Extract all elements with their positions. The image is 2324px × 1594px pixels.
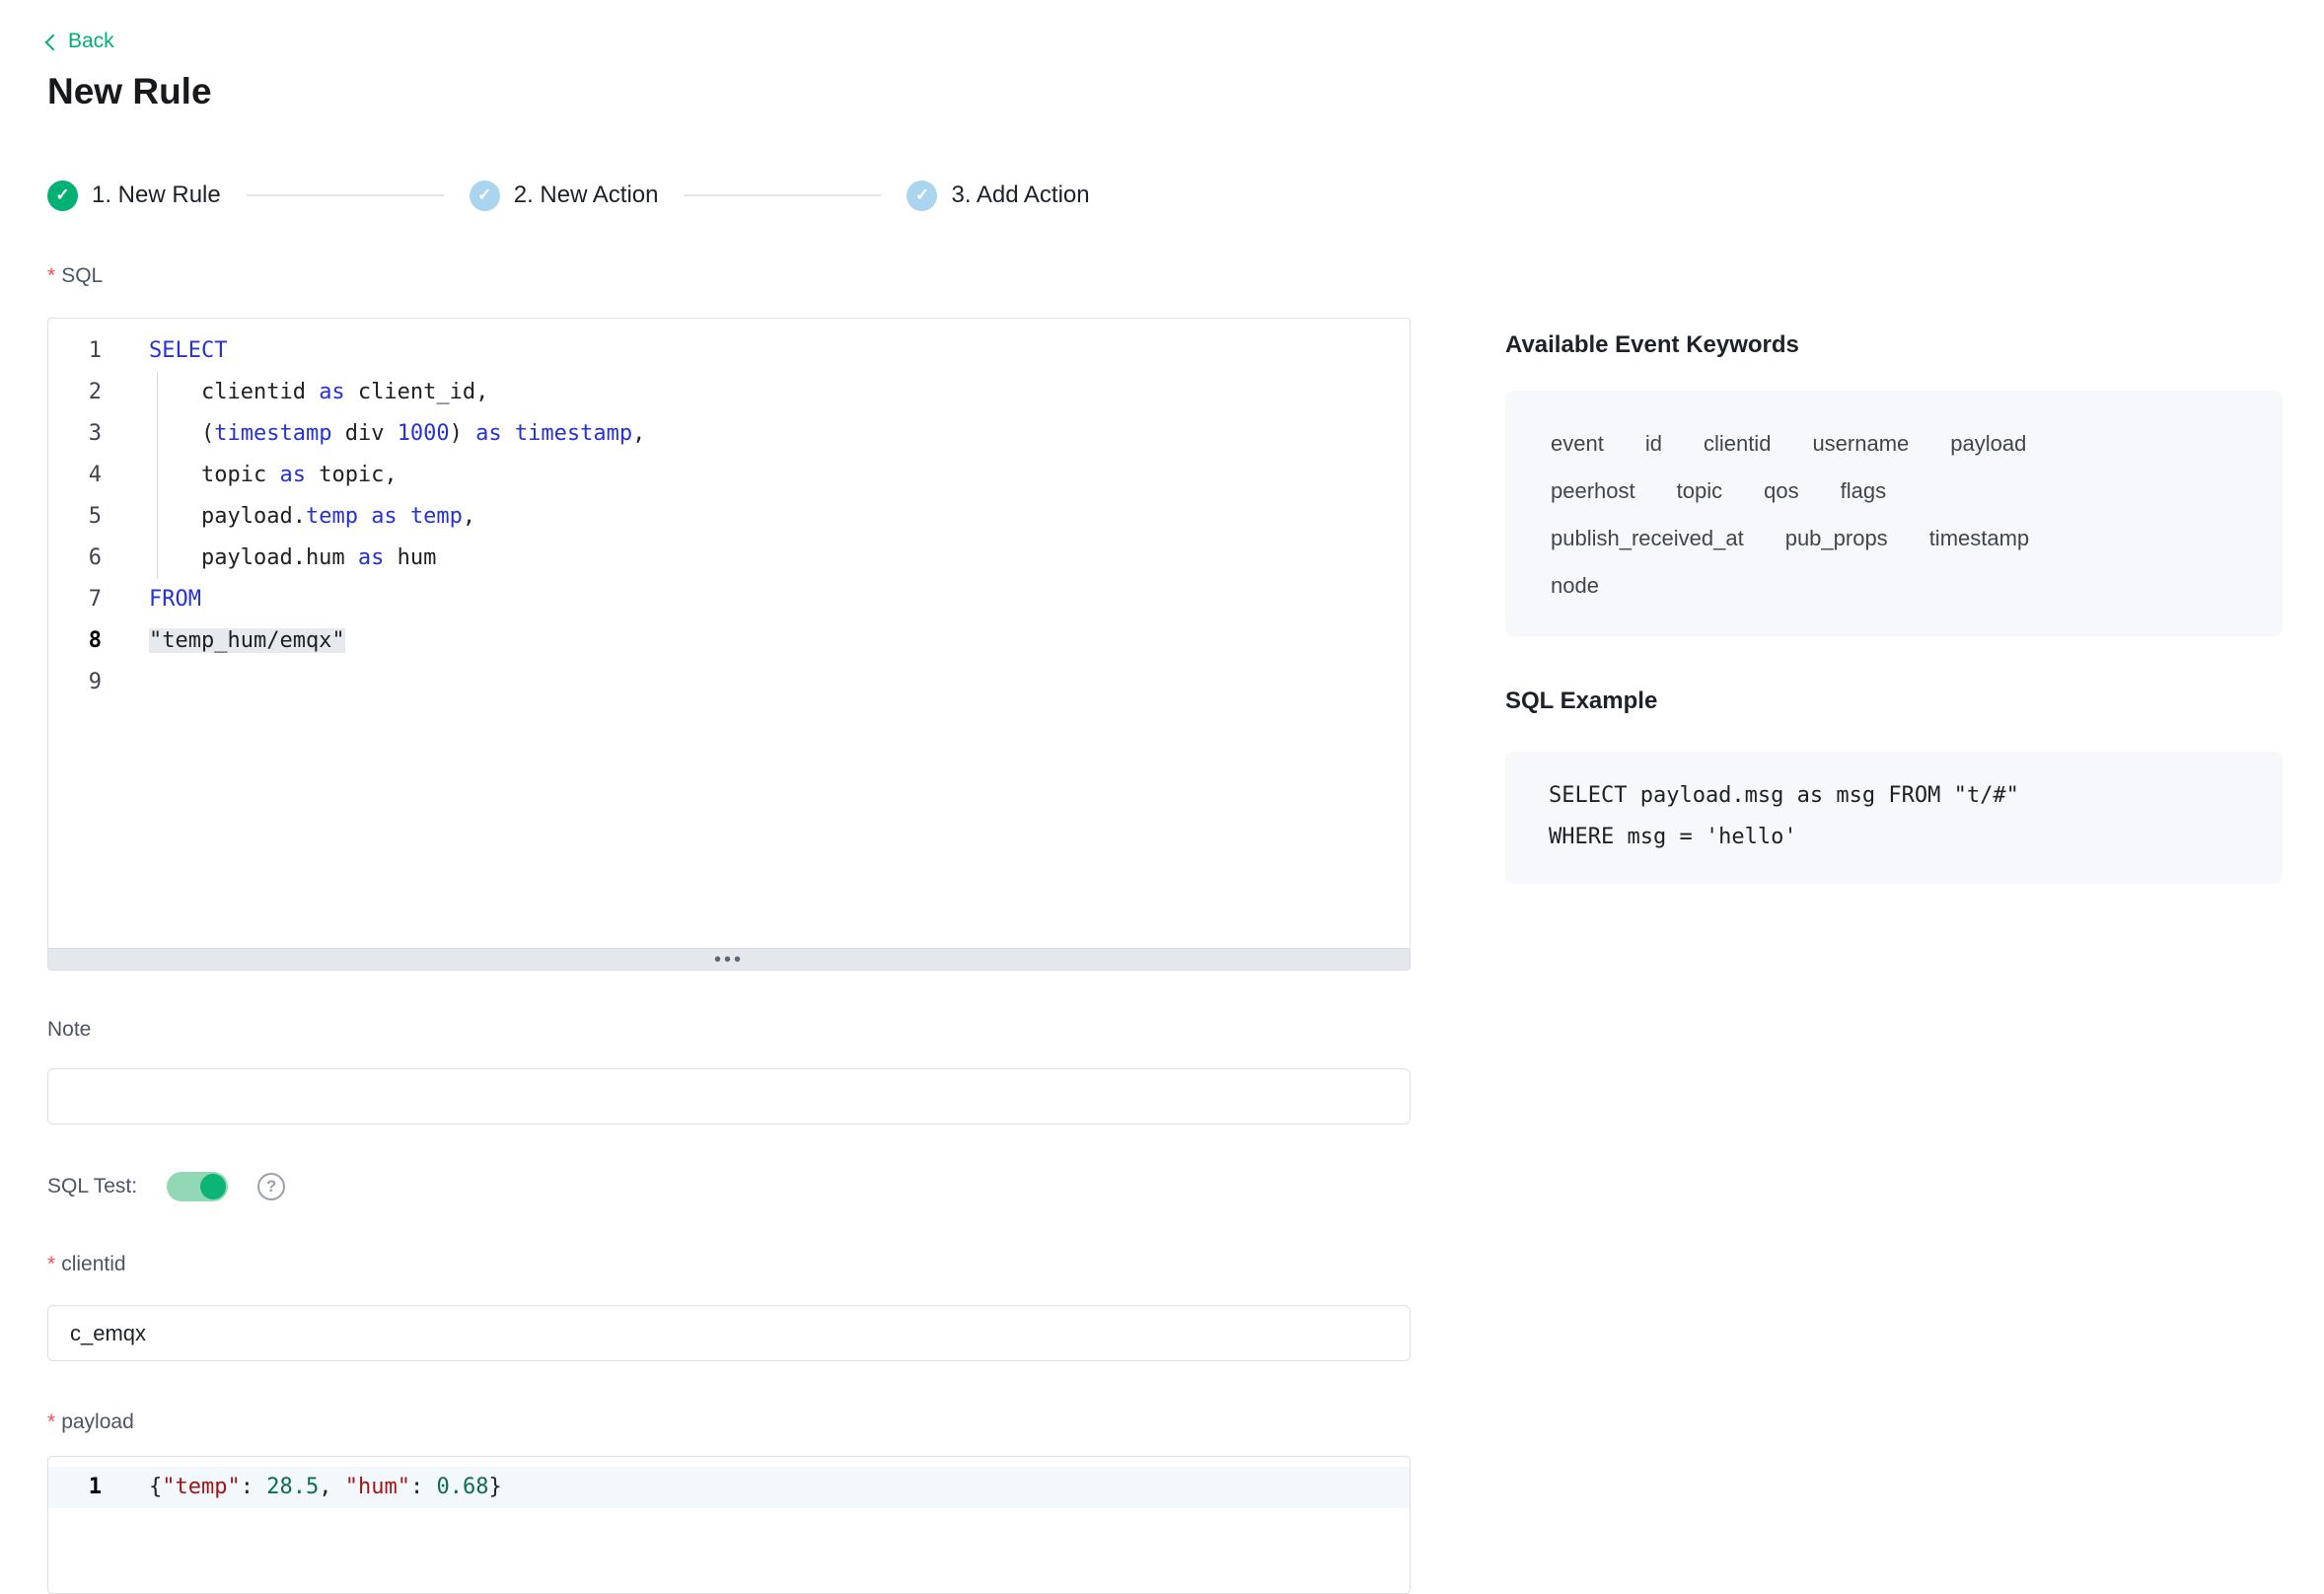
code-line: 8"temp_hum/emqx" (48, 620, 1410, 662)
code-text: payload.hum as hum (123, 538, 436, 579)
payload-label-text: payload (61, 1411, 134, 1433)
step-check-icon: ✓ (470, 181, 500, 211)
code-text: "temp_hum/emqx" (123, 620, 345, 662)
code-text: topic as topic, (123, 455, 398, 496)
keyword: publish_received_at (1551, 526, 1744, 551)
line-number: 7 (48, 579, 123, 620)
code-line: 9 (48, 662, 1410, 703)
code-line: 5 payload.temp as temp, (48, 496, 1410, 538)
note-label: Note (47, 1018, 91, 1042)
sql-example-title: SQL Example (1505, 688, 1657, 715)
sql-code-lines: 1SELECT2 clientid as client_id,3 (timest… (48, 319, 1410, 703)
code-line: 3 (timestamp div 1000) as timestamp, (48, 413, 1410, 455)
payload-label: * payload (47, 1411, 134, 1434)
sql-label-text: SQL (61, 264, 103, 287)
line-number: 4 (48, 455, 123, 496)
sql-example-line: WHERE msg = 'hello' (1549, 817, 2239, 858)
line-number: 3 (48, 413, 123, 455)
keyword: topic (1677, 478, 1722, 504)
step-2[interactable]: ✓ 2. New Action (470, 181, 659, 211)
required-asterisk: * (47, 1411, 55, 1433)
payload-editor[interactable]: 1{"temp": 28.5, "hum": 0.68} (47, 1456, 1411, 1594)
keyword: clientid (1704, 431, 1771, 457)
code-line: 7FROM (48, 579, 1410, 620)
code-text: payload.temp as temp, (123, 496, 475, 538)
keyword-row: peerhost topic qos flags (1551, 468, 2237, 515)
code-text: {"temp": 28.5, "hum": 0.68} (123, 1467, 502, 1508)
step-connector (247, 194, 444, 196)
line-number: 8 (48, 620, 123, 662)
back-label: Back (68, 30, 114, 53)
keyword-row: node (1551, 562, 2237, 610)
keyword: event (1551, 431, 1604, 457)
help-icon[interactable]: ? (257, 1173, 285, 1200)
code-line: 6 payload.hum as hum (48, 538, 1410, 579)
keyword: node (1551, 573, 1599, 599)
code-text: (timestamp div 1000) as timestamp, (123, 413, 645, 455)
code-text: SELECT (123, 330, 227, 372)
step-3[interactable]: ✓ 3. Add Action (907, 181, 1089, 211)
step-label: 1. New Rule (92, 181, 221, 209)
code-line: 4 topic as topic, (48, 455, 1410, 496)
code-text: FROM (123, 579, 201, 620)
keywords-panel-title: Available Event Keywords (1505, 331, 1799, 359)
sql-editor[interactable]: 1SELECT2 clientid as client_id,3 (timest… (47, 318, 1411, 971)
sql-example-code: SELECT payload.msg as msg FROM "t/#"WHER… (1505, 752, 2283, 884)
sql-test-label: SQL Test: (47, 1175, 137, 1198)
sql-example-line: SELECT payload.msg as msg FROM "t/#" (1549, 775, 2239, 817)
line-number: 1 (48, 1467, 123, 1508)
required-asterisk: * (47, 264, 55, 287)
clientid-label-text: clientid (61, 1253, 125, 1275)
code-line: 2 clientid as client_id, (48, 372, 1410, 413)
step-connector (684, 194, 881, 196)
keyword: username (1812, 431, 1909, 457)
keyword: pub_props (1785, 526, 1888, 551)
keyword: qos (1764, 478, 1798, 504)
keyword-row: publish_received_at pub_props timestamp (1551, 515, 2237, 562)
keyword-row: event id clientid username payload (1551, 420, 2237, 468)
editor-resize-handle[interactable]: ••• (48, 948, 1410, 970)
line-number: 1 (48, 330, 123, 372)
sql-test-toggle[interactable] (167, 1172, 228, 1201)
code-text (123, 662, 149, 703)
code-line: 1{"temp": 28.5, "hum": 0.68} (48, 1467, 1410, 1508)
step-check-icon: ✓ (907, 181, 937, 211)
clientid-label: * clientid (47, 1253, 126, 1276)
required-asterisk: * (47, 1253, 55, 1275)
code-text: clientid as client_id, (123, 372, 488, 413)
code-line: 1SELECT (48, 330, 1410, 372)
sql-field-label: * SQL (47, 264, 103, 288)
keyword: payload (1950, 431, 2026, 457)
keyword: timestamp (1929, 526, 2029, 551)
sql-test-row: SQL Test: ? (47, 1172, 285, 1201)
line-number: 5 (48, 496, 123, 538)
note-input[interactable] (47, 1068, 1411, 1124)
new-rule-page: Back New Rule ✓ 1. New Rule ✓ 2. New Action… (0, 0, 2324, 1547)
indent-guide (157, 372, 158, 579)
keywords-panel: event id clientid username payload peerhost to… (1505, 391, 2283, 636)
back-link[interactable]: Back (47, 30, 114, 53)
clientid-input[interactable] (47, 1305, 1411, 1361)
step-list: ✓ 1. New Rule ✓ 2. New Action ✓ 3. Add Action (47, 178, 1090, 213)
keyword: peerhost (1551, 478, 1635, 504)
step-1[interactable]: ✓ 1. New Rule (47, 181, 221, 211)
back-chevron-icon (45, 34, 62, 50)
step-label: 2. New Action (514, 181, 659, 209)
step-check-icon: ✓ (47, 181, 78, 211)
line-number: 2 (48, 372, 123, 413)
resize-dots-icon: ••• (714, 955, 744, 965)
payload-code-lines: 1{"temp": 28.5, "hum": 0.68} (48, 1457, 1410, 1508)
page-title: New Rule (47, 71, 212, 112)
line-number: 6 (48, 538, 123, 579)
toggle-knob-icon (200, 1174, 226, 1199)
line-number: 9 (48, 662, 123, 703)
keyword: id (1645, 431, 1662, 457)
step-label: 3. Add Action (951, 181, 1089, 209)
keyword: flags (1841, 478, 1886, 504)
